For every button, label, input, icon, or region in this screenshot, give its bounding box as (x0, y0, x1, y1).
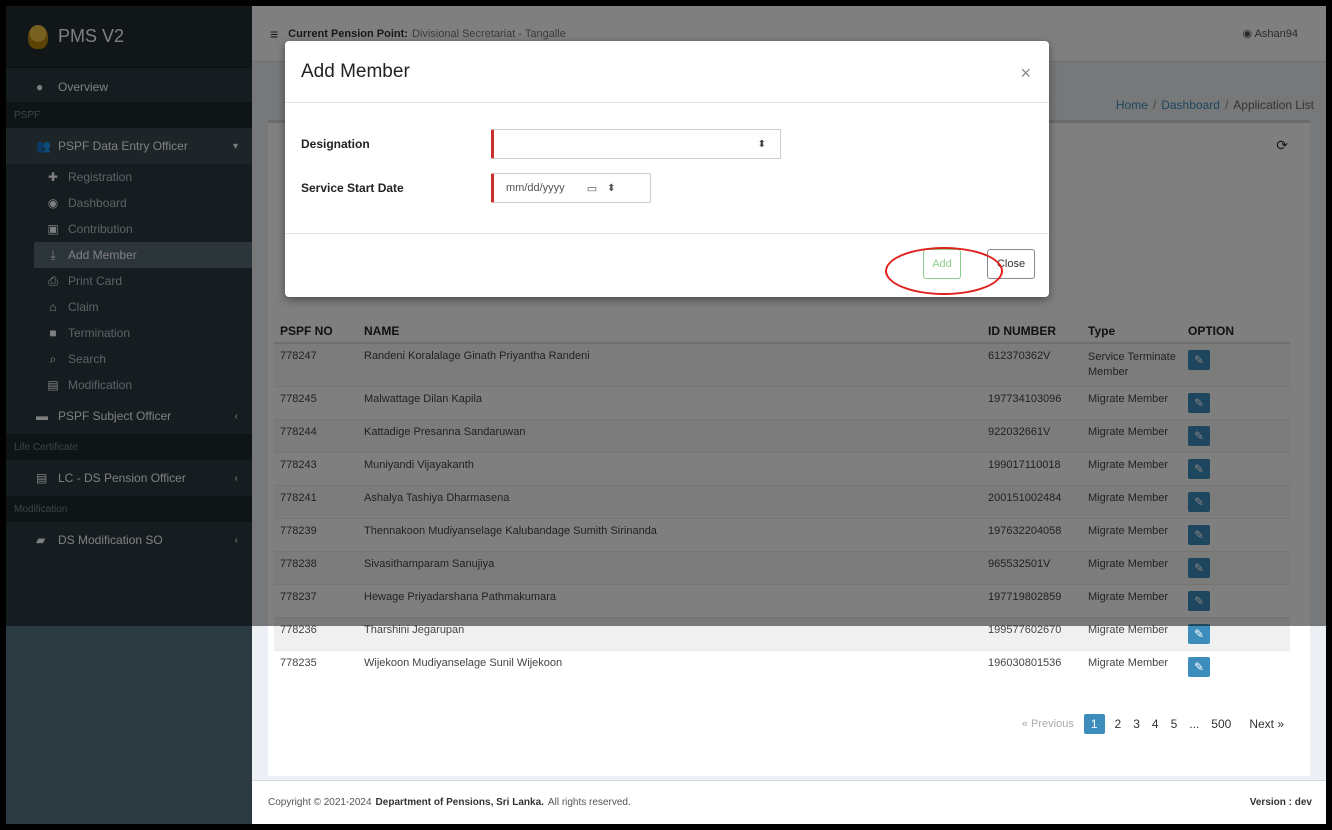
page-500[interactable]: 500 (1205, 713, 1237, 735)
close-icon[interactable]: × (1020, 63, 1031, 84)
pagination: « Previous 1 2 3 4 5 ... 500 Next » (1016, 713, 1290, 735)
modal-footer: Add Close (285, 233, 1049, 279)
footer-rights: All rights reserved. (547, 797, 631, 808)
edit-icon[interactable]: ✎ (1188, 624, 1210, 644)
page-1[interactable]: 1 (1083, 714, 1105, 734)
page-5[interactable]: 5 (1165, 713, 1184, 735)
footer: Copyright © 2021-2024 Department of Pens… (252, 780, 1326, 824)
cell-id-number: 196030801536 (982, 650, 1082, 683)
service-start-label: Service Start Date (301, 181, 404, 195)
modal-title: Add Member (301, 60, 410, 82)
footer-org: Department of Pensions, Sri Lanka. (375, 797, 544, 808)
app-frame: PMS V2 ● Overview PSPF 👥 PSPF Data Entry… (6, 6, 1326, 824)
select-arrows-icon: ⬍ (757, 138, 766, 150)
date-placeholder: mm/dd/yyyy (506, 182, 565, 194)
page-3[interactable]: 3 (1127, 713, 1146, 735)
highlight-annotation (885, 247, 1003, 295)
service-start-row: Service Start Date mm/dd/yyyy ▭ ⬍ (301, 173, 651, 203)
designation-row: Designation ⬍ (301, 129, 781, 159)
designation-select[interactable]: ⬍ (491, 129, 781, 159)
designation-label: Designation (301, 137, 370, 151)
page-4[interactable]: 4 (1146, 713, 1165, 735)
cell-type: Migrate Member (1082, 650, 1182, 683)
footer-copyright: Copyright © 2021-2024 (268, 797, 372, 808)
page-ellipsis: ... (1189, 717, 1200, 731)
cell-name: Wijekoon Mudiyanselage Sunil Wijekoon (358, 650, 982, 683)
service-start-date-input[interactable]: mm/dd/yyyy ▭ ⬍ (491, 173, 651, 203)
spinner-icon[interactable]: ⬍ (607, 183, 615, 194)
edit-icon[interactable]: ✎ (1188, 657, 1210, 677)
page-2[interactable]: 2 (1109, 713, 1128, 735)
pagination-previous[interactable]: « Previous (1016, 714, 1080, 734)
modal-header: Add Member × (285, 41, 1049, 103)
cell-option: ✎ (1182, 650, 1290, 683)
footer-version: Version : dev (1249, 797, 1312, 808)
calendar-icon[interactable]: ▭ (587, 182, 597, 195)
pagination-next[interactable]: Next » (1243, 713, 1290, 735)
add-member-modal: Add Member × Designation ⬍ Service Start… (285, 41, 1049, 297)
cell-pspf-no: 778235 (274, 650, 358, 683)
table-row: 778235 Wijekoon Mudiyanselage Sunil Wije… (274, 650, 1290, 683)
